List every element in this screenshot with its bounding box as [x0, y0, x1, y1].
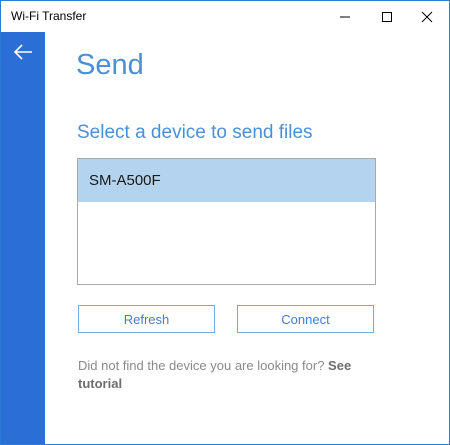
app-window: Wi-Fi Transfer Send Select a device to s…: [0, 0, 450, 445]
refresh-button[interactable]: Refresh: [78, 305, 215, 333]
refresh-button-label: Refresh: [123, 311, 170, 327]
device-name: SM-A500F: [89, 172, 161, 189]
help-text: Did not find the device you are looking …: [78, 357, 378, 393]
device-item[interactable]: SM-A500F: [78, 159, 375, 202]
minimize-icon: [340, 16, 350, 17]
help-message: Did not find the device you are looking …: [78, 358, 329, 373]
title-bar: Wi-Fi Transfer: [1, 1, 449, 32]
close-button[interactable]: [405, 1, 449, 32]
close-icon: [421, 11, 433, 22]
page-subtitle: Select a device to send files: [77, 122, 313, 143]
window-title: Wi-Fi Transfer: [11, 9, 87, 23]
page-title: Send: [76, 49, 144, 81]
sidebar: [1, 32, 45, 444]
arrow-left-icon: [13, 44, 32, 60]
connect-button-label: Connect: [281, 311, 330, 327]
maximize-icon: [382, 11, 392, 22]
minimize-button[interactable]: [323, 1, 367, 32]
device-list[interactable]: SM-A500F: [77, 158, 376, 285]
back-button[interactable]: [1, 32, 45, 72]
maximize-button[interactable]: [365, 1, 409, 32]
connect-button[interactable]: Connect: [237, 305, 374, 333]
